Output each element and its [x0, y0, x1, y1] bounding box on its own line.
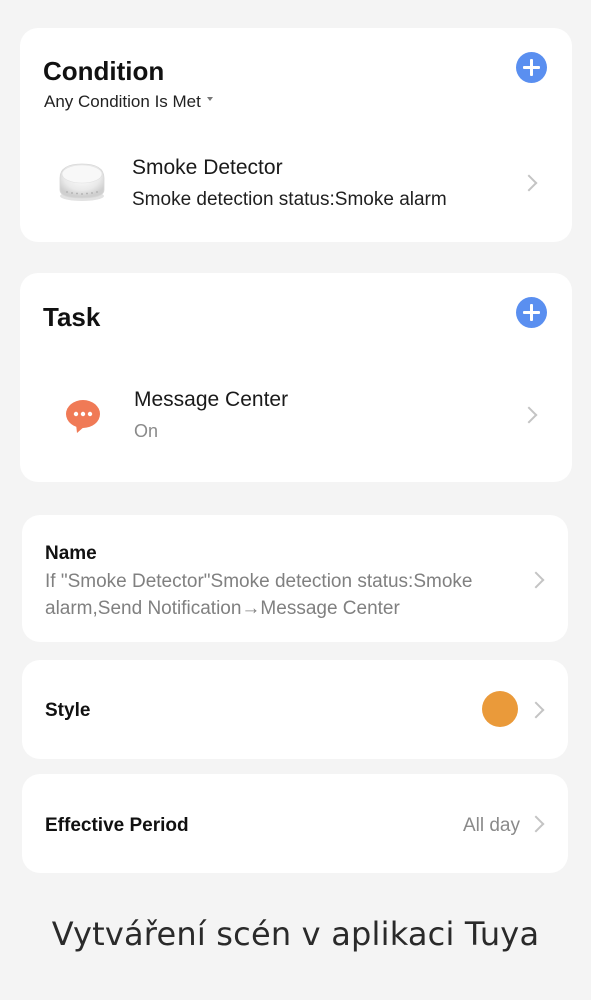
effective-period-label: Effective Period: [45, 815, 189, 836]
chevron-right-icon: [527, 701, 545, 719]
chevron-right-icon: [527, 571, 545, 589]
style-label: Style: [45, 700, 91, 721]
task-item-title: Message Center: [134, 388, 289, 411]
condition-match-dropdown[interactable]: Any Condition Is Met: [44, 92, 213, 112]
name-value: If "Smoke Detector"Smoke detection statu…: [45, 571, 473, 619]
chevron-right-icon: [520, 174, 538, 192]
name-row[interactable]: Name If "Smoke Detector"Smoke detection …: [22, 515, 568, 642]
condition-title: Condition: [43, 56, 165, 86]
task-item-detail: On: [134, 421, 159, 441]
condition-match-label: Any Condition Is Met: [44, 92, 201, 111]
condition-item-detail: Smoke detection status:Smoke alarm: [132, 189, 447, 210]
task-card: Task Message Center On: [20, 273, 572, 482]
chevron-right-icon: [520, 406, 538, 424]
task-title: Task: [43, 302, 101, 332]
condition-card: Condition Any Condition Is Met Smoke Det…: [20, 28, 572, 242]
name-label: Name: [45, 543, 97, 564]
condition-item-title: Smoke Detector: [132, 156, 283, 179]
message-bubble-icon: [64, 397, 102, 435]
smoke-detector-icon: [54, 156, 110, 206]
task-item[interactable]: Message Center On: [20, 369, 572, 459]
chevron-right-icon: [527, 815, 545, 833]
effective-period-value: All day: [462, 815, 520, 836]
effective-period-row[interactable]: Effective Period All day: [22, 774, 568, 873]
style-row[interactable]: Style: [22, 660, 568, 759]
add-task-button[interactable]: [516, 297, 547, 328]
add-condition-button[interactable]: [516, 52, 547, 83]
chevron-down-icon: [206, 97, 213, 101]
condition-item[interactable]: Smoke Detector Smoke detection status:Sm…: [20, 138, 572, 228]
caption: Vytváření scén v aplikaci Tuya: [51, 915, 540, 953]
style-color-swatch: [482, 691, 518, 727]
